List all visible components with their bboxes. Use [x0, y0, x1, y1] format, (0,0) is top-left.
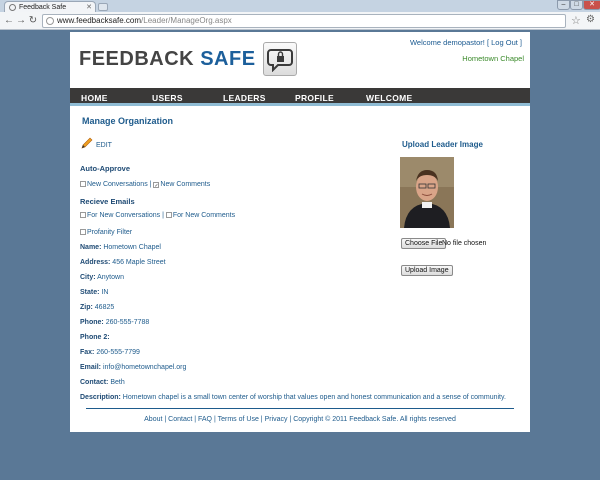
tab-close-icon[interactable]: ✕: [86, 3, 95, 11]
org-address-row: Address: 456 Maple Street: [80, 259, 166, 266]
pencil-icon: [81, 137, 93, 149]
name-value: Hometown Chapel: [103, 244, 161, 251]
city-value: Anytown: [97, 274, 124, 281]
maximize-icon[interactable]: □: [570, 0, 583, 10]
reload-icon[interactable]: ↻: [27, 15, 39, 27]
auto-approve-conversations-label: New Conversations: [87, 181, 148, 188]
email-value: info@hometownchapel.org: [102, 364, 187, 371]
upload-leader-image-heading: Upload Leader Image: [402, 140, 483, 149]
org-zip-row: Zip: 46825: [80, 304, 114, 311]
footer-about-link[interactable]: About: [144, 416, 162, 423]
fax-value: 260-555-7799: [96, 349, 140, 356]
page-icon: [46, 17, 54, 25]
logo-safe: SAFE: [200, 47, 256, 70]
nav-welcome[interactable]: WELCOME: [366, 93, 412, 103]
new-tab-button[interactable]: [98, 3, 108, 11]
description-value: Hometown chapel is a small town center o…: [122, 394, 506, 401]
url-host: www.feedbacksafe.com: [57, 16, 142, 25]
org-fax-row: Fax: 260-555-7799: [80, 349, 140, 356]
auto-approve-comments-checkbox[interactable]: [153, 182, 160, 188]
leader-photo: [400, 157, 454, 228]
zip-label: Zip:: [80, 304, 93, 311]
state-label: State:: [80, 289, 100, 296]
phone-label: Phone:: [80, 319, 104, 326]
footer-faq-link[interactable]: FAQ: [198, 416, 212, 423]
bookmark-star-icon[interactable]: ☆: [571, 14, 581, 27]
upload-image-button[interactable]: Upload Image: [401, 265, 453, 276]
nav-profile[interactable]: PROFILE: [295, 93, 334, 103]
org-phone2-row: Phone 2:: [80, 334, 110, 341]
logout-link[interactable]: Log Out: [491, 38, 518, 47]
forward-icon[interactable]: →: [15, 15, 27, 27]
email-label: Email:: [80, 364, 102, 371]
nav-leaders[interactable]: LEADERS: [223, 93, 266, 103]
address-bar[interactable]: www.feedbacksafe.com/Leader/ManageOrg.as…: [42, 14, 566, 28]
main-nav: HOME USERS LEADERS PROFILE WELCOME: [70, 88, 530, 106]
footer-divider: [86, 408, 514, 409]
back-icon[interactable]: ←: [3, 15, 15, 27]
footer-terms-link[interactable]: Terms of Use: [218, 416, 259, 423]
nav-users[interactable]: USERS: [152, 93, 183, 103]
name-label: Name:: [80, 244, 102, 251]
org-name-row: Name: Hometown Chapel: [80, 244, 161, 251]
auto-approve-options: New Conversations | New Comments: [80, 181, 210, 188]
edit-button[interactable]: EDIT: [81, 137, 112, 149]
state-value: IN: [101, 289, 109, 296]
email-comments-label: For New Comments: [172, 212, 236, 219]
auto-approve-heading: Auto-Approve: [80, 164, 130, 173]
welcome-text: Welcome demopastor! [ Log Out ]: [409, 38, 522, 47]
phone-value: 260-555-7788: [105, 319, 150, 326]
site-logo[interactable]: FEEDBACK SAFE: [79, 42, 297, 76]
org-contact-row: Contact: Beth: [80, 379, 125, 386]
footer-privacy-link[interactable]: Privacy: [265, 416, 288, 423]
contact-label: Contact:: [80, 379, 109, 386]
phone2-label: Phone 2:: [80, 334, 110, 341]
footer-copyright: Copyright © 2011 Feedback Safe. All righ…: [293, 416, 456, 423]
address-value: 456 Maple Street: [112, 259, 166, 266]
organization-name: Hometown Chapel: [462, 54, 524, 63]
nav-home[interactable]: HOME: [81, 93, 108, 103]
profanity-filter-label: Profanity Filter: [87, 229, 133, 236]
org-email-row: Email: info@hometownchapel.org: [80, 364, 186, 371]
logo-feedback: FEEDBACK: [79, 47, 195, 70]
description-label: Description:: [80, 394, 121, 401]
org-description-row: Description: Hometown chapel is a small …: [80, 394, 506, 401]
fax-label: Fax:: [80, 349, 95, 356]
wrench-icon[interactable]: ⚙: [586, 14, 595, 25]
address-label: Address:: [80, 259, 111, 266]
tab-title: Feedback Safe: [19, 3, 67, 11]
email-conversations-label: For New Conversations: [87, 212, 161, 219]
org-state-row: State: IN: [80, 289, 108, 296]
welcome-label: Welcome demopastor!: [409, 38, 485, 47]
footer: About | Contact | FAQ | Terms of Use | P…: [144, 416, 456, 423]
url-path: /Leader/ManageOrg.aspx: [141, 16, 232, 25]
profanity-filter-checkbox[interactable]: [80, 229, 86, 235]
email-comments-checkbox[interactable]: [165, 212, 172, 218]
org-phone-row: Phone: 260-555-7788: [80, 319, 149, 326]
receive-emails-heading: Recieve Emails: [80, 197, 135, 206]
favicon-icon: [9, 3, 16, 11]
page-title: Manage Organization: [82, 116, 174, 126]
receive-emails-options: For New Conversations | For New Comments: [80, 212, 235, 219]
org-city-row: City: Anytown: [80, 274, 124, 281]
choose-file-button[interactable]: Choose File: [401, 238, 447, 249]
email-conversations-checkbox[interactable]: [80, 212, 86, 218]
window-close-icon[interactable]: ✕: [583, 0, 600, 10]
browser-tabstrip: Feedback Safe ✕ – □ ✕: [0, 0, 600, 12]
auto-approve-comments-label: New Comments: [160, 181, 211, 188]
edit-label: EDIT: [96, 142, 112, 149]
contact-value: Beth: [110, 379, 125, 386]
logo-text: FEEDBACK SAFE: [79, 48, 256, 71]
zip-value: 46825: [94, 304, 115, 311]
profanity-filter-option: Profanity Filter: [80, 229, 132, 236]
browser-tab[interactable]: Feedback Safe ✕: [4, 1, 96, 12]
minimize-icon[interactable]: –: [557, 0, 570, 10]
page-container: FEEDBACK SAFE Welcome demopastor! [ Log …: [70, 32, 530, 432]
city-label: City:: [80, 274, 96, 281]
auto-approve-conversations-checkbox[interactable]: [80, 181, 86, 187]
file-status: No file chosen: [442, 240, 487, 247]
chat-lock-icon: [262, 42, 297, 76]
browser-toolbar: ← → ↻ www.feedbacksafe.com/Leader/Manage…: [0, 12, 600, 30]
footer-contact-link[interactable]: Contact: [168, 416, 192, 423]
